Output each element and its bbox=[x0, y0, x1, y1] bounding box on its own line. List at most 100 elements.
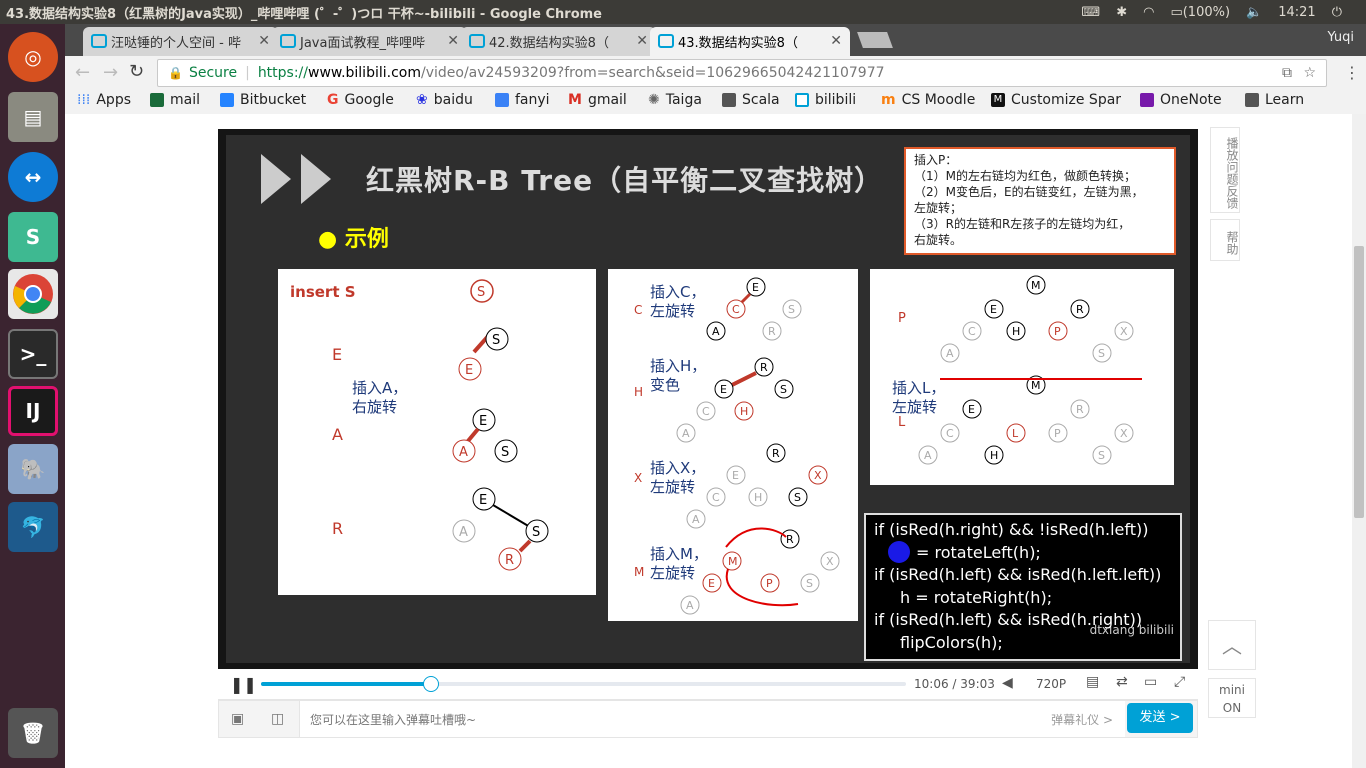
taiga-icon: ✺ bbox=[648, 92, 660, 108]
volume-icon[interactable]: ◀ bbox=[1002, 675, 1013, 691]
bookmark-onenote[interactable]: OneNote bbox=[1140, 92, 1222, 108]
bilibili-tab-icon bbox=[91, 34, 107, 48]
fullscreen-icon[interactable]: ⤢ bbox=[1174, 674, 1185, 690]
translate-icon[interactable]: ⧉ bbox=[1282, 65, 1292, 81]
wifi-icon[interactable]: ◠ bbox=[1143, 5, 1154, 20]
url-host: www.bilibili.com bbox=[308, 65, 421, 81]
widescreen-icon[interactable]: ▭ bbox=[1144, 674, 1157, 690]
bookmark-learn[interactable]: Learn bbox=[1245, 92, 1304, 108]
duration: 39:03 bbox=[960, 677, 995, 691]
page-scrollbar[interactable] bbox=[1352, 114, 1366, 768]
keyboard-icon[interactable]: ⌨ bbox=[1081, 5, 1100, 20]
node-label: S bbox=[492, 333, 500, 348]
danmu-settings-icon[interactable]: ◫ bbox=[271, 711, 284, 727]
back-to-top-icon[interactable]: ︿ bbox=[1208, 620, 1256, 670]
bookmark-scala[interactable]: Scala bbox=[722, 92, 780, 108]
bookmark-bitbucket[interactable]: Bitbucket bbox=[220, 92, 306, 108]
close-icon[interactable]: ✕ bbox=[447, 33, 459, 49]
tab-personal-space[interactable]: 汪哒锤的个人空间 - 哔 ✕ bbox=[83, 27, 278, 56]
loop-icon[interactable]: ⇄ bbox=[1116, 674, 1128, 690]
node-label: C bbox=[732, 303, 740, 316]
progress-track[interactable] bbox=[261, 676, 906, 692]
danmu-etiquette-link[interactable]: 弹幕礼仪 > bbox=[1051, 711, 1113, 728]
node-label: S bbox=[477, 285, 485, 300]
node-label: M bbox=[1031, 379, 1041, 392]
node-label: H bbox=[740, 405, 748, 418]
power-icon[interactable]: ⏻ bbox=[1332, 5, 1342, 20]
diagram-panel-insertions: C 插入C， 左旋转 H 插入H， 变色 X 插入X， 左旋转 M 插入M， 左旋转 E… bbox=[608, 269, 858, 621]
close-icon[interactable]: ✕ bbox=[258, 33, 270, 49]
tab-java-interview[interactable]: Java面试教程_哔哩哔 ✕ bbox=[272, 27, 467, 56]
intellij-icon[interactable]: IJ bbox=[8, 386, 58, 436]
node-label: X bbox=[1120, 427, 1128, 440]
tab-experiment-42[interactable]: 42.数据结构实验8（ ✕ bbox=[461, 27, 656, 56]
bookmark-mail[interactable]: mail bbox=[150, 92, 200, 108]
clock[interactable]: 14:21 bbox=[1278, 5, 1315, 20]
node-label: A bbox=[946, 347, 954, 360]
tab-label: 42.数据结构实验8（ bbox=[489, 36, 609, 51]
bookmark-taiga[interactable]: ✺ Taiga bbox=[648, 92, 702, 108]
progress-handle[interactable] bbox=[423, 676, 440, 692]
danmu-placeholder: 您可以在这里输入弹幕吐槽哦~ bbox=[310, 713, 477, 727]
address-bar[interactable]: 🔒 Secure | https://www.bilibili.com/vide… bbox=[157, 59, 1327, 87]
files-icon[interactable]: ▤ bbox=[8, 92, 58, 142]
launcher: ◎ ▤ ↔ S >_ IJ 🐘 🐬 🗑 bbox=[0, 24, 65, 768]
teamviewer-icon[interactable]: ↔ bbox=[8, 152, 58, 202]
node-label: R bbox=[505, 553, 514, 568]
tab-label: 43.数据结构实验8（ bbox=[678, 36, 798, 51]
mail-icon bbox=[150, 93, 164, 107]
postgres-elephant-icon[interactable]: 🐘 bbox=[8, 444, 58, 494]
ubuntu-logo-icon[interactable]: ◎ bbox=[8, 32, 58, 82]
help-button[interactable]: 帮助 bbox=[1210, 219, 1240, 261]
bookmark-star-icon[interactable]: ☆ bbox=[1303, 65, 1316, 81]
video-player[interactable]: 红黑树R-B Tree（自平衡二叉查找树） ● 示例 插入P： （1）M的左右链… bbox=[218, 129, 1198, 669]
close-icon[interactable]: ✕ bbox=[636, 33, 648, 49]
pause-icon[interactable]: ❚❚ bbox=[230, 675, 257, 694]
bookmark-customize-spark[interactable]: M Customize Spar bbox=[991, 92, 1123, 108]
bookmark-fanyi[interactable]: fanyi bbox=[495, 92, 550, 108]
volume-icon[interactable]: 🔈 bbox=[1246, 5, 1262, 20]
bookmark-apps[interactable]: ⁞⁞⁞ Apps bbox=[77, 92, 131, 108]
quality-selector[interactable]: 720P bbox=[1036, 677, 1066, 691]
folder-icon bbox=[1245, 93, 1259, 107]
bookmark-label: gmail bbox=[587, 92, 627, 108]
terminal-icon[interactable]: >_ bbox=[8, 329, 58, 379]
profile-name[interactable]: Yuqi bbox=[1327, 30, 1354, 45]
send-danmu-button[interactable]: 发送 > bbox=[1127, 703, 1193, 733]
node-label: H bbox=[754, 491, 762, 504]
node-label: A bbox=[682, 427, 690, 440]
node-label: R bbox=[772, 447, 780, 460]
danmu-bar: ▣ ◫ 您可以在这里输入弹幕吐槽哦~ 弹幕礼仪 > 发送 > bbox=[218, 700, 1198, 738]
back-icon[interactable]: ← bbox=[75, 62, 90, 83]
tab-experiment-43[interactable]: 43.数据结构实验8（ ✕ bbox=[650, 27, 850, 56]
battery-indicator[interactable]: ▭(100%) bbox=[1170, 5, 1230, 20]
feedback-button[interactable]: 播放问题反馈 bbox=[1210, 127, 1240, 213]
bookmark-bilibili[interactable]: bilibili bbox=[795, 92, 856, 108]
new-tab-button[interactable] bbox=[857, 32, 893, 48]
danmu-input[interactable]: 您可以在这里输入弹幕吐槽哦~ 弹幕礼仪 > bbox=[299, 701, 1125, 737]
bookmark-gmail[interactable]: Mgmail bbox=[568, 92, 627, 108]
mini-player-toggle[interactable]: mini ON bbox=[1208, 678, 1256, 718]
close-icon[interactable]: ✕ bbox=[830, 33, 842, 49]
node-label: M bbox=[1031, 279, 1041, 292]
bookmark-baidu[interactable]: ❀ baidu bbox=[416, 92, 473, 108]
bookmark-cs-moodle[interactable]: m CS Moodle bbox=[881, 92, 975, 108]
chrome-icon[interactable] bbox=[8, 269, 58, 319]
mysql-workbench-icon[interactable]: 🐬 bbox=[8, 502, 58, 552]
danmu-toggle-icon[interactable]: ▤ bbox=[1086, 674, 1099, 690]
settings-icon[interactable]: ✱ bbox=[1116, 5, 1127, 20]
bookmark-label: Apps bbox=[96, 92, 132, 108]
system-tray: ⌨ ✱ ◠ ▭(100%) 🔈 14:21 ⏻ bbox=[1081, 0, 1366, 24]
slack-icon[interactable]: S bbox=[8, 212, 58, 262]
note-line: （1）M的左右链均为红色，做颜色转换； bbox=[914, 169, 1136, 183]
trash-icon[interactable]: 🗑 bbox=[8, 708, 58, 758]
bookmark-google[interactable]: G Google bbox=[327, 92, 394, 108]
forward-icon[interactable]: → bbox=[103, 62, 118, 83]
danmu-style-icon[interactable]: ▣ bbox=[231, 711, 244, 727]
slide-title: 红黑树R-B Tree（自平衡二叉查找树） bbox=[366, 164, 884, 197]
node-label: E bbox=[465, 363, 473, 378]
node-label: H bbox=[990, 449, 998, 462]
scrollbar-thumb[interactable] bbox=[1354, 246, 1364, 518]
reload-icon[interactable]: ↻ bbox=[129, 61, 144, 82]
menu-icon[interactable]: ⋮ bbox=[1344, 63, 1360, 82]
